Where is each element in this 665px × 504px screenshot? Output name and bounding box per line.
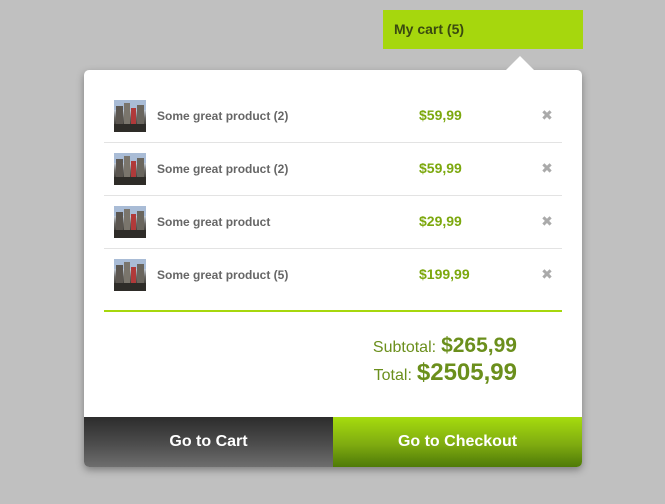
total-label: Total:	[373, 367, 412, 384]
close-icon[interactable]: ✖	[541, 213, 553, 229]
cart-item: Some great product $29,99 ✖	[104, 196, 562, 249]
cart-item-name[interactable]: Some great product (2)	[157, 143, 288, 195]
close-icon[interactable]: ✖	[541, 107, 553, 123]
cart-item-price: $59,99	[419, 160, 462, 176]
cart-dropdown: Some great product (2) $59,99 ✖ Some gre…	[84, 56, 582, 467]
product-thumbnail[interactable]	[114, 259, 146, 291]
total-value: $2505,99	[416, 359, 517, 386]
close-icon[interactable]: ✖	[541, 160, 553, 176]
go-to-cart-button[interactable]: Go to Cart	[84, 417, 333, 467]
cart-item: Some great product (2) $59,99 ✖	[104, 90, 562, 143]
go-to-checkout-button[interactable]: Go to Checkout	[333, 417, 582, 467]
product-thumbnail[interactable]	[114, 153, 146, 185]
subtotal-row: Subtotal: $265,99	[284, 334, 517, 358]
cart-item-name[interactable]: Some great product (5)	[157, 249, 288, 301]
subtotal-value: $265,99	[441, 334, 517, 357]
product-thumbnail[interactable]	[114, 100, 146, 132]
cart-item-price: $59,99	[419, 107, 462, 123]
cart-item-name[interactable]: Some great product (2)	[157, 90, 288, 142]
dropdown-caret	[506, 56, 534, 70]
cart-item-list: Some great product (2) $59,99 ✖ Some gre…	[104, 90, 562, 301]
subtotal-label: Subtotal:	[372, 339, 437, 356]
my-cart-button[interactable]: My cart (5)	[383, 10, 583, 49]
total-row: Total: $2505,99	[284, 359, 517, 387]
close-icon[interactable]: ✖	[541, 266, 553, 282]
cart-item-price: $199,99	[419, 266, 470, 282]
cart-item-price: $29,99	[419, 213, 462, 229]
cart-item-name[interactable]: Some great product	[157, 196, 270, 248]
cart-summary: Subtotal: $265,99 Total: $2505,99	[284, 334, 517, 387]
cart-item: Some great product (2) $59,99 ✖	[104, 143, 562, 196]
summary-divider	[104, 310, 562, 312]
cart-footer: Go to Cart Go to Checkout	[84, 417, 582, 467]
cart-item: Some great product (5) $199,99 ✖	[104, 249, 562, 301]
product-thumbnail[interactable]	[114, 206, 146, 238]
